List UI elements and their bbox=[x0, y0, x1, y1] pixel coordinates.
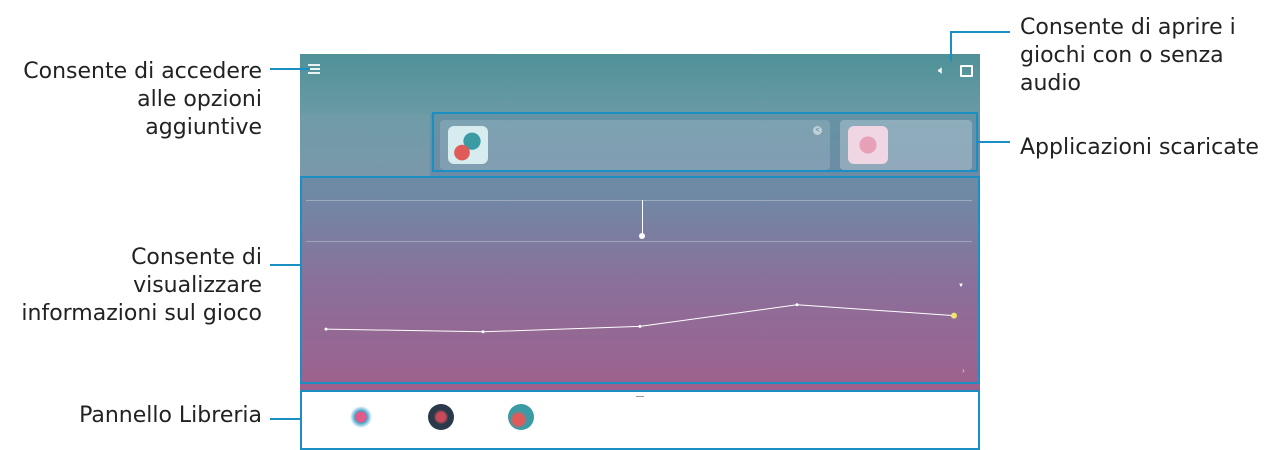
speaker-icon[interactable]: 🔈︎ bbox=[938, 63, 945, 78]
leader-audio bbox=[952, 31, 1010, 33]
leader-audio-drop bbox=[950, 31, 952, 61]
profile-tile bbox=[300, 114, 430, 176]
callout-info: Consente di visualizzare informazioni su… bbox=[21, 245, 262, 326]
callout-options: Consente di accedere alle opzioni aggiun… bbox=[23, 59, 262, 140]
callout-downloaded: Applicazioni scaricate bbox=[1020, 135, 1259, 160]
box-info bbox=[300, 176, 980, 384]
leader-library bbox=[270, 418, 300, 420]
callout-library: Pannello Libreria bbox=[79, 403, 262, 428]
callout-audio: Consente di aprire i giochi con o senza … bbox=[1020, 15, 1236, 96]
box-library bbox=[300, 390, 980, 450]
box-downloaded bbox=[432, 112, 978, 172]
leader-info bbox=[270, 264, 300, 266]
cast-icon[interactable] bbox=[960, 65, 973, 77]
leader-downloaded bbox=[978, 141, 1010, 143]
top-bar: 🔈︎ bbox=[300, 54, 980, 114]
leader-options bbox=[270, 68, 310, 70]
